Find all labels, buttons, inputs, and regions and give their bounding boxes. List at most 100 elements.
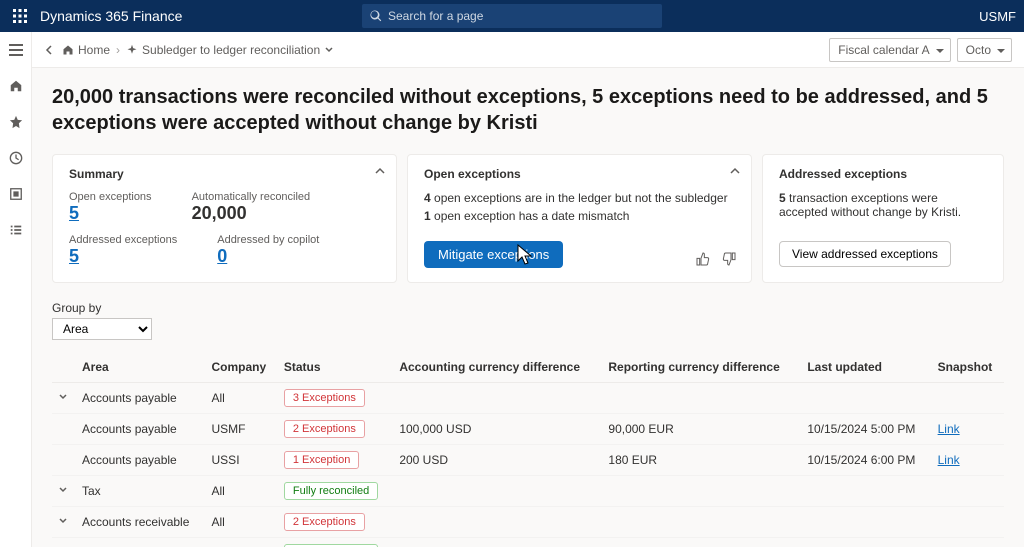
addressed-by-copilot-value[interactable]: 0 xyxy=(217,246,319,267)
addressed-title: Addressed exceptions xyxy=(779,167,987,181)
cell-updated xyxy=(801,476,931,507)
list-icon[interactable] xyxy=(4,218,28,242)
addressed-exceptions-value[interactable]: 5 xyxy=(69,246,177,267)
col-snapshot[interactable]: Snapshot xyxy=(932,352,1004,383)
cell-report: 180 EUR xyxy=(602,445,801,476)
cell-status: 2 Exceptions xyxy=(278,414,393,445)
summary-title: Summary xyxy=(69,167,380,181)
chevron-down-icon[interactable] xyxy=(58,391,68,405)
auto-reconciled-label: Automatically reconciled xyxy=(192,191,311,203)
breadcrumb-separator: › xyxy=(116,43,120,57)
snapshot-link[interactable]: Link xyxy=(938,422,960,436)
reconciliation-table: Area Company Status Accounting currency … xyxy=(52,352,1004,547)
addressed-exceptions-card: Addressed exceptions 5 transaction excep… xyxy=(762,154,1004,283)
cell-updated: 10/15/2024 6:00 PM xyxy=(801,445,931,476)
cell-status: 2 Exceptions xyxy=(278,507,393,538)
page-title: 20,000 transactions were reconciled with… xyxy=(52,84,1004,136)
col-area[interactable]: Area xyxy=(76,352,206,383)
cell-report xyxy=(602,538,801,547)
search-icon xyxy=(370,10,382,22)
clock-icon[interactable] xyxy=(4,146,28,170)
company-tag[interactable]: USMF xyxy=(979,9,1016,24)
auto-reconciled-value: 20,000 xyxy=(192,203,311,224)
open-exceptions-label: Open exceptions xyxy=(69,191,152,203)
summary-card: Summary Open exceptions 5 Automatically … xyxy=(52,154,397,283)
waffle-icon[interactable] xyxy=(8,4,32,28)
cell-snapshot: Link xyxy=(932,445,1004,476)
table-row[interactable]: Accounts payableUSSI 1 Exception 200 USD18… xyxy=(52,445,1004,476)
cell-company: All xyxy=(206,507,278,538)
col-acct[interactable]: Accounting currency difference xyxy=(393,352,602,383)
cell-updated: 10/15/2024 5:00 PM xyxy=(801,414,931,445)
cell-report: 90,000 EUR xyxy=(602,414,801,445)
collapse-icon[interactable] xyxy=(729,165,741,180)
table-row[interactable]: Fixed assetsAllFully reconciled xyxy=(52,538,1004,547)
col-status[interactable]: Status xyxy=(278,352,393,383)
table-row[interactable]: Accounts receivableAll 2 Exceptions xyxy=(52,507,1004,538)
module-icon[interactable] xyxy=(4,182,28,206)
cell-status: 1 Exception xyxy=(278,445,393,476)
topbar: Dynamics 365 Finance Search for a page U… xyxy=(0,0,1024,32)
cell-acct xyxy=(393,507,602,538)
cell-acct xyxy=(393,538,602,547)
star-icon[interactable] xyxy=(4,110,28,134)
period-select[interactable]: Octo xyxy=(957,38,1012,62)
cell-report xyxy=(602,476,801,507)
left-rail xyxy=(0,32,32,547)
table-row[interactable]: TaxAllFully reconciled xyxy=(52,476,1004,507)
table-row[interactable]: Accounts payableAll3 Exceptions xyxy=(52,383,1004,414)
mitigate-exceptions-button[interactable]: Mitigate exceptions xyxy=(424,241,563,268)
status-badge: Fully reconciled xyxy=(284,482,378,500)
cell-acct xyxy=(393,383,602,414)
cell-report xyxy=(602,507,801,538)
hamburger-icon[interactable] xyxy=(4,38,28,62)
open-exceptions-title: Open exceptions xyxy=(424,167,735,181)
col-report[interactable]: Reporting currency difference xyxy=(602,352,801,383)
addressed-by-copilot-label: Addressed by copilot xyxy=(217,234,319,246)
table-row[interactable]: Accounts payableUSMF2 Exceptions100,000 … xyxy=(52,414,1004,445)
cell-snapshot xyxy=(932,507,1004,538)
cell-snapshot xyxy=(932,383,1004,414)
collapse-icon[interactable] xyxy=(374,165,386,180)
breadcrumb-home[interactable]: Home xyxy=(62,43,110,57)
cell-acct xyxy=(393,476,602,507)
cell-area: Accounts payable xyxy=(76,445,206,476)
col-company[interactable]: Company xyxy=(206,352,278,383)
open-exceptions-card: Open exceptions 4 open exceptions are in… xyxy=(407,154,752,283)
chevron-down-icon[interactable] xyxy=(58,515,68,529)
cell-area: Fixed assets xyxy=(76,538,206,547)
cell-company: All xyxy=(206,383,278,414)
cell-status: Fully reconciled xyxy=(278,476,393,507)
open-exception-line-1: 4 open exceptions are in the ledger but … xyxy=(424,191,735,205)
cell-area: Accounts payable xyxy=(76,414,206,445)
search-placeholder: Search for a page xyxy=(388,9,483,23)
view-addressed-button[interactable]: View addressed exceptions xyxy=(779,241,951,267)
cell-company: All xyxy=(206,538,278,547)
back-button[interactable] xyxy=(44,44,56,56)
breadcrumb-page[interactable]: Subledger to ledger reconciliation xyxy=(126,43,334,57)
cell-company: USMF xyxy=(206,414,278,445)
open-exception-line-2: 1 open exception has a date mismatch xyxy=(424,209,735,223)
app-title: Dynamics 365 Finance xyxy=(40,8,182,24)
status-badge: 1 Exception xyxy=(284,451,359,469)
open-exceptions-value[interactable]: 5 xyxy=(69,203,152,224)
cell-acct: 200 USD xyxy=(393,445,602,476)
search-input[interactable]: Search for a page xyxy=(362,4,662,28)
cell-updated xyxy=(801,538,931,547)
fiscal-calendar-select[interactable]: Fiscal calendar A xyxy=(829,38,950,62)
home-icon[interactable] xyxy=(4,74,28,98)
cell-company: USSI xyxy=(206,445,278,476)
chevron-down-icon[interactable] xyxy=(58,484,68,498)
cell-snapshot: Link xyxy=(932,414,1004,445)
col-updated[interactable]: Last updated xyxy=(801,352,931,383)
thumbs-up-icon[interactable] xyxy=(695,251,711,270)
cell-status: Fully reconciled xyxy=(278,538,393,547)
snapshot-link[interactable]: Link xyxy=(938,453,960,467)
thumbs-down-icon[interactable] xyxy=(721,251,737,270)
cell-report xyxy=(602,383,801,414)
cell-area: Accounts receivable xyxy=(76,507,206,538)
cell-company: All xyxy=(206,476,278,507)
groupby-select[interactable]: Area xyxy=(52,318,152,340)
status-badge: 2 Exceptions xyxy=(284,513,365,531)
groupby-label: Group by xyxy=(52,301,1004,315)
